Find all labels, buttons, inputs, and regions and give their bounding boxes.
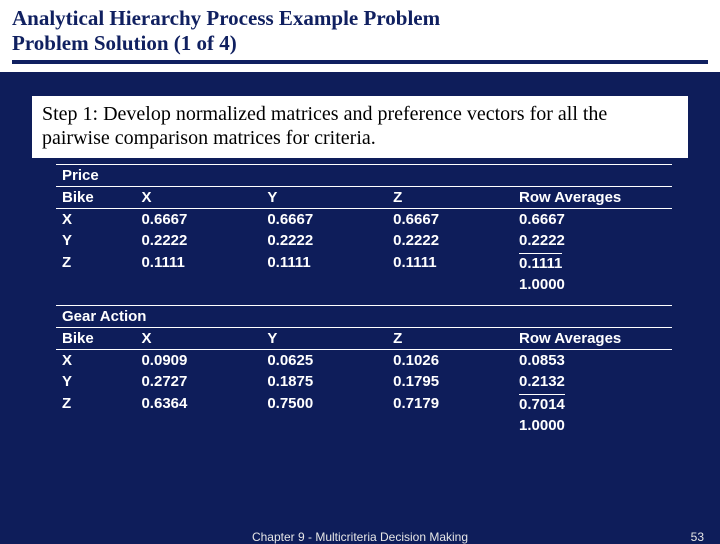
sum-row: 1.0000 [56, 274, 672, 295]
tables-wrapper: Price Bike X Y Z Row Averages X 0.6667 0… [56, 164, 672, 436]
row-label: Z [56, 392, 135, 415]
page-number: 53 [691, 530, 704, 544]
col-z: Z [387, 187, 513, 209]
cell: 0.1111 [513, 251, 672, 274]
chapter-label: Chapter 9 - Multicriteria Decision Makin… [0, 530, 720, 544]
cell: 0.6667 [261, 209, 387, 230]
title-rule [12, 60, 708, 64]
sum-value: 1.0000 [513, 274, 672, 295]
last-avg: 0.1111 [519, 253, 562, 272]
cell: 0.2222 [135, 230, 261, 251]
table-row: X 0.0909 0.0625 0.1026 0.0853 [56, 350, 672, 371]
table-row: Y 0.2727 0.1875 0.1795 0.2132 [56, 371, 672, 392]
col-y: Y [261, 187, 387, 209]
table-row: Z 0.1111 0.1111 0.1111 0.1111 [56, 251, 672, 274]
sum-value: 1.0000 [513, 415, 672, 436]
criterion-gear-action: Gear Action [56, 306, 672, 328]
step-text: Step 1: Develop normalized matrices and … [32, 96, 688, 158]
sum-row: 1.0000 [56, 415, 672, 436]
table-row: Y 0.2222 0.2222 0.2222 0.2222 [56, 230, 672, 251]
cell: 0.2132 [513, 371, 672, 392]
cell: 0.0853 [513, 350, 672, 371]
cell: 0.6667 [513, 209, 672, 230]
col-avg: Row Averages [513, 328, 672, 350]
col-z: Z [387, 328, 513, 350]
row-label: X [56, 209, 135, 230]
cell: 0.2222 [513, 230, 672, 251]
cell: 0.2727 [135, 371, 261, 392]
criterion-price: Price [56, 165, 672, 187]
title-block: Analytical Hierarchy Process Example Pro… [0, 0, 720, 72]
row-label: X [56, 350, 135, 371]
col-x: X [135, 187, 261, 209]
cell: 0.1111 [261, 251, 387, 274]
cell: 0.1111 [135, 251, 261, 274]
cell: 0.2222 [261, 230, 387, 251]
header-row: Bike X Y Z Row Averages [56, 328, 672, 350]
cell: 0.1875 [261, 371, 387, 392]
cell: 0.2222 [387, 230, 513, 251]
cell: 0.6364 [135, 392, 261, 415]
table-row: X 0.6667 0.6667 0.6667 0.6667 [56, 209, 672, 230]
col-x: X [135, 328, 261, 350]
cell: 0.0625 [261, 350, 387, 371]
cell: 0.6667 [135, 209, 261, 230]
header-row: Bike X Y Z Row Averages [56, 187, 672, 209]
cell: 0.7500 [261, 392, 387, 415]
cell: 0.1026 [387, 350, 513, 371]
col-avg: Row Averages [513, 187, 672, 209]
cell: 0.1795 [387, 371, 513, 392]
cell: 0.7179 [387, 392, 513, 415]
cell: 0.0909 [135, 350, 261, 371]
title-line-2: Problem Solution (1 of 4) [12, 31, 708, 56]
last-avg: 0.7014 [519, 394, 565, 413]
title-line-1: Analytical Hierarchy Process Example Pro… [12, 6, 708, 31]
cell: 0.1111 [387, 251, 513, 274]
col-bike: Bike [56, 187, 135, 209]
col-y: Y [261, 328, 387, 350]
row-label: Z [56, 251, 135, 274]
col-bike: Bike [56, 328, 135, 350]
matrix-table-gear-action: Gear Action Bike X Y Z Row Averages X 0.… [56, 305, 672, 436]
matrix-table-price: Price Bike X Y Z Row Averages X 0.6667 0… [56, 164, 672, 295]
spacer [56, 295, 672, 305]
cell: 0.6667 [387, 209, 513, 230]
row-label: Y [56, 371, 135, 392]
row-label: Y [56, 230, 135, 251]
cell: 0.7014 [513, 392, 672, 415]
table-row: Z 0.6364 0.7500 0.7179 0.7014 [56, 392, 672, 415]
